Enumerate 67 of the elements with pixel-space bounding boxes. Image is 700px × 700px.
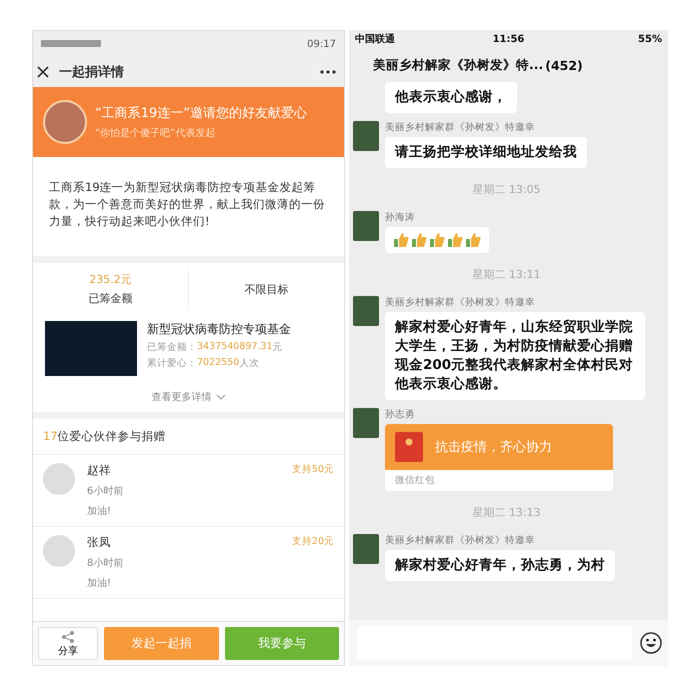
- invite-headline: “工商系19连一”邀请您的好友献爱心: [95, 105, 308, 122]
- sender-name: 美丽乡村解家群《孙树发》特邀幸: [385, 534, 536, 547]
- message-bubble: 解家村爱心好青年，山东经贸职业学院大学生，王扬，为村防疫情献爱心捐赠现金200元整我代表解家村全体村民对他表示衷心感谢。: [385, 312, 645, 400]
- avatar-photo: [353, 408, 379, 438]
- message-bubble: 他表示衷心感谢，: [385, 82, 517, 113]
- donation-amount: 支持20元: [292, 535, 334, 549]
- join-button[interactable]: 我要参与: [224, 627, 339, 660]
- share-button[interactable]: 分享: [38, 627, 98, 660]
- raised-label: 已筹金额: [88, 291, 132, 306]
- sender-name: 美丽乡村解家群《孙树发》特邀幸: [385, 296, 536, 309]
- donor-message: 加油!: [87, 576, 112, 590]
- raised-amount: 235.2元: [89, 272, 132, 287]
- avatar-photo: [353, 121, 379, 151]
- donation-time: 6小时前: [87, 484, 124, 498]
- participant-count: 17: [43, 429, 58, 444]
- thumbs-up-icon: [411, 232, 427, 248]
- avatar-photo: [353, 211, 379, 241]
- more-details-link[interactable]: 查看更多详情: [152, 390, 212, 404]
- unit-text: 元: [272, 341, 283, 354]
- battery-level: 55%: [637, 34, 662, 44]
- donor-message: 加油!: [87, 504, 112, 518]
- status-time: 11:56: [492, 34, 526, 44]
- thumbs-up-icon: [393, 232, 409, 248]
- message-time: 星期二 13:11: [472, 267, 541, 283]
- envelope-icon: [395, 432, 423, 462]
- start-donation-button[interactable]: 发起一起捐: [104, 627, 218, 660]
- status-time: 09:17: [307, 38, 336, 50]
- participants-heading: 位爱心伙伴参与捐赠: [58, 429, 166, 444]
- emoji-icon[interactable]: [640, 632, 662, 654]
- chat-title: 美丽乡村解家《孙树发》特...: [373, 56, 544, 74]
- message-bubble: 请王扬把学校详细地址发给我: [385, 137, 587, 168]
- target-text: 不限目标: [244, 282, 288, 296]
- donation-amount: 支持50元: [292, 463, 334, 477]
- sender-name: 美丽乡村解家群《孙树发》特邀幸: [385, 121, 536, 134]
- avatar-icon: [43, 535, 75, 567]
- donation-time: 8小时前: [87, 556, 124, 570]
- member-count: (452): [545, 58, 583, 72]
- packet-label: 微信红包: [385, 470, 613, 491]
- message-bubble: 解家村爱心好青年，孙志勇，为村: [385, 550, 615, 581]
- avatar-photo: [43, 100, 87, 144]
- unit-text: 人次: [239, 357, 260, 370]
- thumbs-up-icon: [429, 232, 445, 248]
- share-icon: [61, 630, 75, 644]
- sender-name: 孙志勇: [385, 408, 416, 421]
- message-time: 星期二 13:05: [472, 182, 541, 198]
- raised-label: 已筹金额：: [147, 341, 197, 354]
- donor-name: 赵祥: [87, 463, 112, 478]
- carrier-name: 中国联通: [355, 32, 396, 46]
- avatar-icon: [43, 463, 75, 495]
- donor-name: 张凤: [87, 535, 112, 550]
- thumbs-up-icon: [447, 232, 463, 248]
- avatar-photo: [353, 534, 379, 564]
- avatar-photo: [353, 296, 379, 326]
- donors-label: 累计爱心：: [147, 357, 197, 370]
- raised-total: 3437540897.31: [197, 341, 273, 354]
- page-title: 一起捐详情: [59, 64, 125, 81]
- description-text: 工商系19连一为新型冠状病毒防控专项基金发起筹款，为一个善意而美好的世界，献上我们微薄的一份力量，快行动起来吧小伙伴们!: [48, 179, 326, 230]
- packet-greeting: 抗击疫情，齐心协力: [435, 439, 552, 456]
- sender-name: 孙海涛: [385, 211, 416, 224]
- fund-name: 新型冠状病毒防控专项基金: [147, 321, 291, 338]
- message-time: 星期二 13:13: [472, 505, 541, 521]
- chevron-down-icon[interactable]: [216, 394, 226, 400]
- thumbs-up-icon: [465, 232, 481, 248]
- more-icon[interactable]: [320, 70, 336, 74]
- initiator-text: “你怕是个傻子吧”代表发起: [95, 126, 216, 140]
- close-icon[interactable]: [37, 66, 49, 78]
- donor-count: 7022550: [197, 357, 240, 370]
